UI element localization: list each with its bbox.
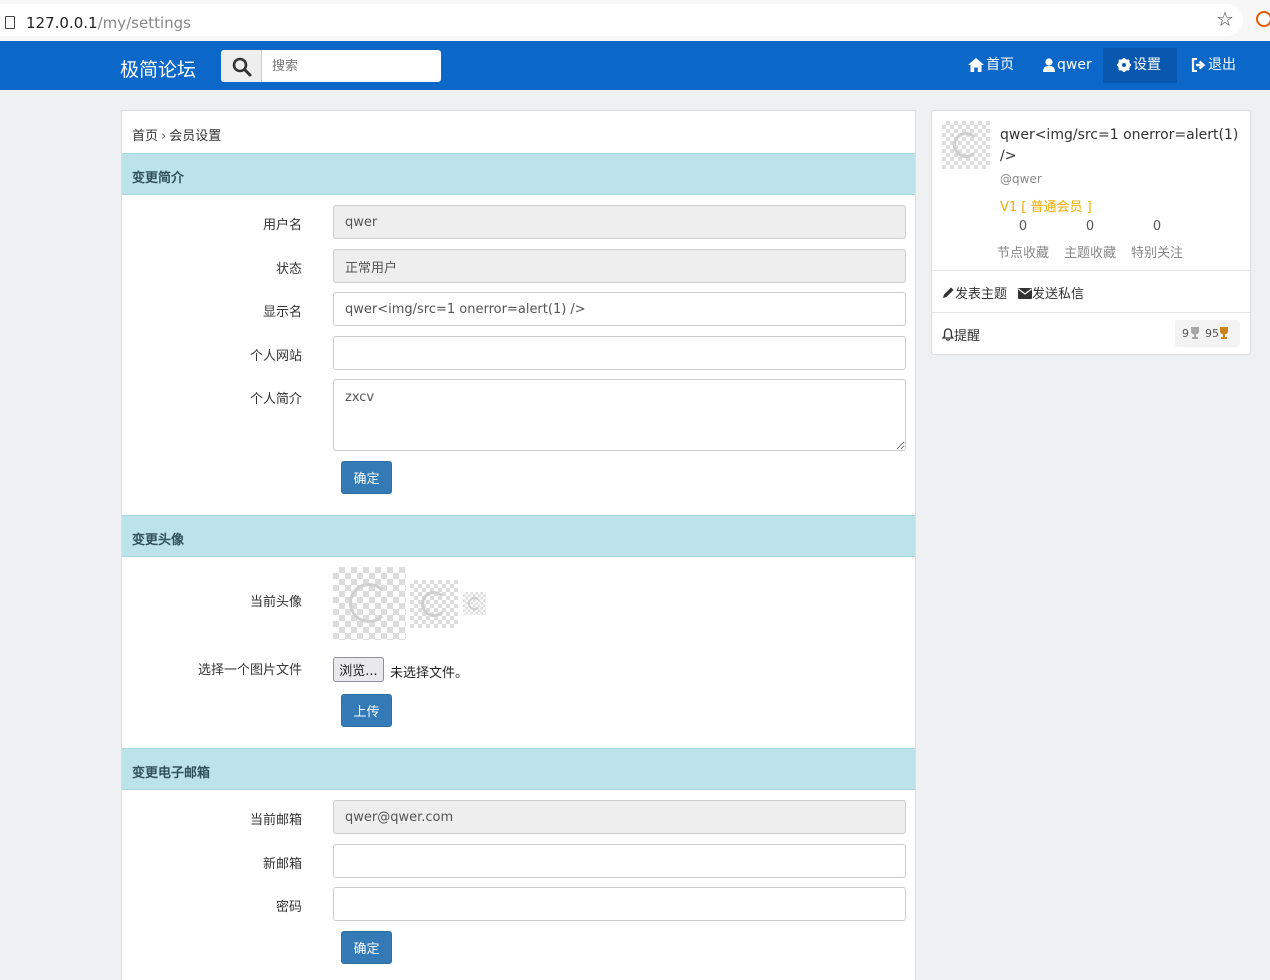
status-field[interactable] xyxy=(333,249,906,283)
url-path: /my/settings xyxy=(97,14,191,32)
profile-submit-button[interactable]: 确定 xyxy=(341,461,392,494)
nav-settings[interactable]: 设置 xyxy=(1103,48,1177,83)
avatar-section-title: 变更头像 xyxy=(132,533,185,548)
website-field[interactable] xyxy=(333,336,906,370)
address-bar[interactable]: 127.0.0.1/my/settings xyxy=(0,4,1243,36)
notifications-link[interactable]: 提醒 xyxy=(941,325,981,344)
send-message-label: 发送私信 xyxy=(1032,287,1085,302)
nav-settings-label: 设置 xyxy=(1133,57,1161,73)
email-submit-button[interactable]: 确定 xyxy=(341,931,392,964)
settings-panel: 首页›会员设置 变更简介 用户名 状态 显示名 个人网站 个人简介 zxcv 确… xyxy=(121,110,916,980)
current-email-field[interactable] xyxy=(333,800,906,834)
bio-textarea[interactable]: zxcv xyxy=(333,379,906,451)
status-label: 状态 xyxy=(275,262,302,277)
search-box xyxy=(221,50,441,82)
display-name-label: 显示名 xyxy=(262,305,302,320)
username-field[interactable] xyxy=(333,205,906,239)
breadcrumb-separator: › xyxy=(161,129,167,144)
search-input[interactable] xyxy=(262,50,441,82)
website-label: 个人网站 xyxy=(249,349,302,364)
gear-icon xyxy=(1117,58,1131,72)
username-label: 用户名 xyxy=(262,218,302,233)
breadcrumb-home-link[interactable]: 首页 xyxy=(132,129,158,144)
topic-favorites-label[interactable]: 主题收藏 xyxy=(1059,242,1121,261)
card-divider xyxy=(932,270,1250,271)
sidebar-display-name[interactable]: qwer<img/src=1 onerror=alert(1) /> xyxy=(1000,125,1245,167)
email-section-header: 变更电子邮箱 xyxy=(122,748,915,790)
user-card: qwer<img/src=1 onerror=alert(1) /> @qwer… xyxy=(931,110,1251,355)
sign-out-icon xyxy=(1191,58,1206,72)
silver-count: 9 xyxy=(1182,327,1189,340)
file-select-label: 选择一个图片文件 xyxy=(197,663,302,678)
bookmark-star-icon[interactable]: ☆ xyxy=(1216,7,1234,31)
current-email-label: 当前邮箱 xyxy=(249,813,302,828)
user-icon xyxy=(1043,58,1055,72)
topic-favorites-count[interactable]: 0 xyxy=(1060,219,1120,234)
silver-trophy-icon xyxy=(1191,327,1199,339)
browse-file-button[interactable]: 浏览... xyxy=(333,657,384,682)
envelope-icon xyxy=(1018,288,1032,299)
breadcrumb-current: 会员设置 xyxy=(169,129,222,144)
send-message-link[interactable]: 发送私信 xyxy=(1018,283,1084,302)
following-count[interactable]: 0 xyxy=(1127,219,1187,234)
nav-home[interactable]: 首页 xyxy=(962,48,1020,83)
navbar: 极简论坛 首页 qwer 设置 退出 xyxy=(0,41,1270,90)
no-file-text: 未选择文件。 xyxy=(390,666,469,681)
url-text[interactable]: 127.0.0.1/my/settings xyxy=(26,14,191,32)
search-icon xyxy=(232,57,252,77)
gold-trophy-icon xyxy=(1220,327,1228,339)
profile-section-title: 变更简介 xyxy=(132,171,185,186)
bio-label: 个人简介 xyxy=(249,392,302,407)
nav-user-label: qwer xyxy=(1057,57,1092,73)
node-favorites-count[interactable]: 0 xyxy=(993,219,1053,234)
avatar-large xyxy=(333,567,406,640)
avatar-medium xyxy=(410,580,458,628)
following-label[interactable]: 特别关注 xyxy=(1126,242,1188,261)
home-icon xyxy=(968,58,984,72)
email-section-title: 变更电子邮箱 xyxy=(132,766,211,781)
notifications-label: 提醒 xyxy=(954,329,981,344)
sidebar-handle: @qwer xyxy=(1000,172,1042,186)
profile-section-header: 变更简介 xyxy=(122,153,915,195)
display-name-field[interactable] xyxy=(333,292,906,326)
pencil-icon xyxy=(943,287,954,298)
sidebar-avatar[interactable] xyxy=(942,121,990,169)
upload-button[interactable]: 上传 xyxy=(341,694,392,727)
page-icon xyxy=(5,16,15,29)
post-topic-label: 发表主题 xyxy=(955,287,1008,302)
avatar-section-header: 变更头像 xyxy=(122,515,915,557)
avatar-small xyxy=(463,592,486,615)
url-host: 127.0.0.1 xyxy=(26,14,98,32)
gold-count: 95 xyxy=(1205,327,1219,340)
nav-logout[interactable]: 退出 xyxy=(1185,48,1242,83)
password-label: 密码 xyxy=(275,900,302,915)
member-level-badge: V1 [ 普通会员 ] xyxy=(1000,200,1092,215)
browser-toolbar: 127.0.0.1/my/settings ☆ xyxy=(0,0,1270,41)
new-email-field[interactable] xyxy=(333,844,906,878)
card-divider xyxy=(932,312,1250,313)
extension-icon[interactable] xyxy=(1256,11,1270,27)
search-button[interactable] xyxy=(221,50,262,82)
nav-logout-label: 退出 xyxy=(1208,57,1236,73)
new-email-label: 新邮箱 xyxy=(262,857,302,872)
breadcrumb: 首页 › 会员设置 xyxy=(132,125,221,144)
trophy-badge: 9 95 xyxy=(1175,320,1240,347)
nav-home-label: 首页 xyxy=(986,57,1014,73)
current-avatar-label: 当前头像 xyxy=(249,595,302,610)
node-favorites-label[interactable]: 节点收藏 xyxy=(992,242,1054,261)
post-topic-link[interactable]: 发表主题 xyxy=(942,283,1007,302)
nav-user[interactable]: qwer xyxy=(1037,48,1098,83)
password-field[interactable] xyxy=(333,887,906,921)
brand-logo[interactable]: 极简论坛 xyxy=(120,55,196,82)
bell-icon xyxy=(941,328,955,341)
